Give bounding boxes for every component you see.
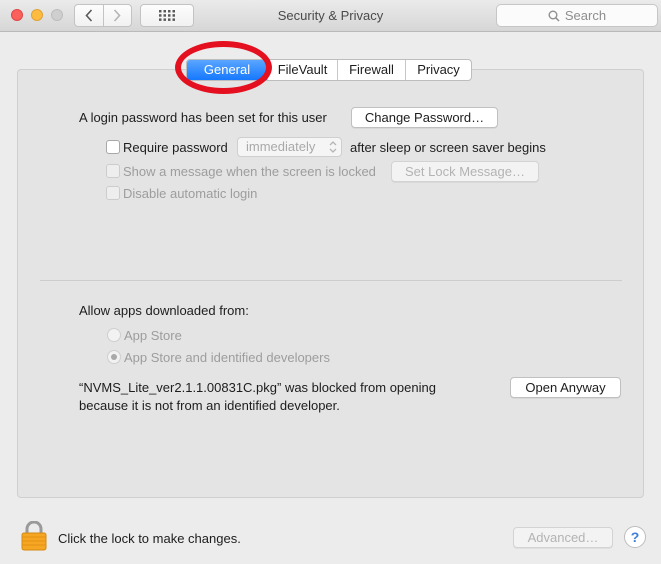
section-divider — [40, 280, 622, 281]
require-password-delay-value: immediately — [246, 139, 316, 154]
up-down-arrows-icon — [329, 141, 337, 153]
blocked-message-line-2: because it is not from an identified dev… — [79, 398, 340, 413]
tab-firewall[interactable]: Firewall — [337, 60, 405, 80]
content-panel — [17, 69, 644, 498]
lock-icon[interactable] — [21, 521, 47, 551]
red-circle-annotation — [175, 41, 272, 94]
search-field[interactable]: Search — [496, 4, 658, 27]
login-password-text: A login password has been set for this u… — [79, 110, 327, 125]
disable-auto-login-label: Disable automatic login — [123, 186, 258, 201]
show-message-label: Show a message when the screen is locked — [123, 164, 376, 179]
require-password-checkbox[interactable] — [106, 140, 120, 154]
blocked-message-line-1: “NVMS_Lite_ver2.1.1.00831C.pkg” was bloc… — [79, 380, 436, 395]
after-sleep-text: after sleep or screen saver begins — [350, 140, 546, 155]
tab-filevault[interactable]: FileVault — [267, 60, 337, 80]
open-anyway-button[interactable]: Open Anyway — [510, 377, 621, 398]
radio-app-store[interactable] — [107, 328, 121, 342]
radio-app-store-label: App Store — [124, 328, 182, 343]
title-bar: Security & Privacy Search — [0, 0, 661, 32]
allow-apps-heading: Allow apps downloaded from: — [79, 303, 249, 318]
disable-auto-login-checkbox[interactable] — [106, 186, 120, 200]
search-icon — [548, 10, 560, 22]
show-message-checkbox[interactable] — [106, 164, 120, 178]
radio-identified-developers-label: App Store and identified developers — [124, 350, 330, 365]
lock-hint-text: Click the lock to make changes. — [58, 531, 241, 546]
set-lock-message-button[interactable]: Set Lock Message… — [391, 161, 539, 182]
search-placeholder: Search — [564, 8, 607, 23]
require-password-label: Require password — [123, 140, 228, 155]
radio-selected-dot — [111, 354, 117, 360]
require-password-delay-popup[interactable]: immediately — [237, 137, 342, 157]
radio-identified-developers[interactable] — [107, 350, 121, 364]
advanced-button[interactable]: Advanced… — [513, 527, 613, 548]
help-button[interactable]: ? — [624, 526, 646, 548]
tab-privacy[interactable]: Privacy — [405, 60, 471, 80]
change-password-button[interactable]: Change Password… — [351, 107, 498, 128]
